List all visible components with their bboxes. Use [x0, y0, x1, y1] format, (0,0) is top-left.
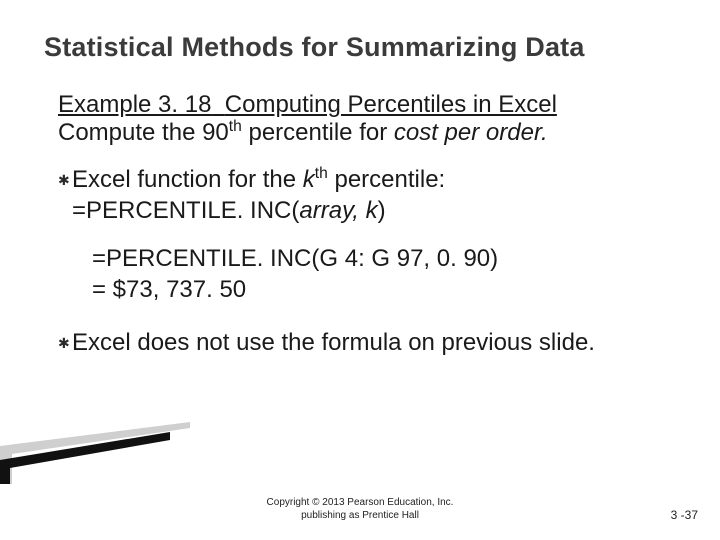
slide: Statistical Methods for Summarizing Data…	[0, 0, 720, 540]
indent-result: =PERCENTILE. INC(G 4: G 97, 0. 90) = $73…	[92, 244, 676, 305]
copyright-line2: publishing as Prentice Hall	[0, 510, 720, 523]
page-title: Statistical Methods for Summarizing Data	[44, 32, 676, 63]
b1-pre: Excel function for the	[72, 166, 303, 193]
b2-text: Excel does not use the formula on previo…	[72, 329, 595, 356]
prompt-pre: Compute the 90	[58, 119, 229, 146]
example-prompt: Compute the 90th percentile for cost per…	[58, 119, 676, 147]
b1-k: k	[303, 166, 315, 193]
copyright-line1: Copyright © 2013 Pearson Education, Inc.	[0, 497, 720, 510]
prompt-mid: percentile for	[242, 119, 394, 146]
b1-l2c: )	[378, 197, 386, 224]
b1-l2a: =PERCENTILE. INC(	[72, 197, 299, 224]
indent-line2: = $73, 737. 50	[92, 275, 676, 306]
page-number: 3 -37	[671, 508, 698, 522]
copyright: Copyright © 2013 Pearson Education, Inc.…	[0, 497, 720, 522]
bullet-2: ✱ Excel does not use the formula on prev…	[58, 328, 676, 359]
prompt-italic: cost per order.	[394, 119, 548, 146]
indent-line1: =PERCENTILE. INC(G 4: G 97, 0. 90)	[92, 244, 676, 275]
bullet-1: ✱ Excel function for the kth percentile:…	[58, 165, 676, 226]
bullet-icon: ✱	[58, 172, 70, 190]
example-name: Computing Percentiles in Excel	[225, 91, 557, 118]
accent-shape	[0, 418, 190, 484]
prompt-sup: th	[229, 118, 242, 135]
b1-l2b: array, k	[299, 197, 377, 224]
b1-post: percentile:	[328, 166, 445, 193]
example-number: Example 3. 18	[58, 91, 211, 118]
b1-sup: th	[315, 165, 328, 182]
bullet-icon: ✱	[58, 335, 70, 353]
example-heading: Example 3. 18 Computing Percentiles in E…	[58, 91, 676, 119]
